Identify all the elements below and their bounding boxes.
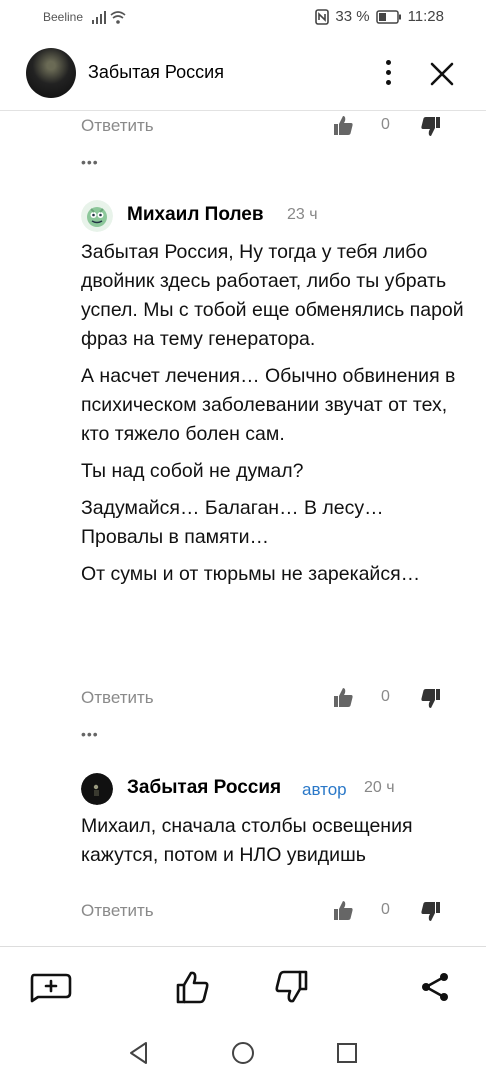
thumbs-down-icon[interactable]	[420, 688, 442, 710]
battery-percent: 33 %	[335, 8, 370, 25]
comment-header: Забытая Россия автор 20 ч	[0, 771, 486, 807]
channel-title[interactable]: Забытая Россия	[88, 62, 224, 83]
thumbs-down-icon[interactable]	[420, 901, 442, 923]
status-bar: Beeline 33 % 11:28	[0, 0, 486, 36]
thumbs-down-icon[interactable]	[420, 116, 442, 138]
signal-wifi-icon	[92, 11, 126, 24]
bottom-action-bar	[0, 948, 486, 1026]
comment-paragraph: Ты над собой не думал?	[81, 460, 304, 482]
reply-button[interactable]: Ответить	[81, 688, 154, 708]
comment-actions: Ответить 0	[0, 684, 486, 714]
like-count: 0	[381, 688, 390, 705]
comment-header: Михаил Полев 23 ч	[0, 198, 486, 234]
author-name[interactable]: Михаил Полев	[127, 204, 264, 226]
comment-paragraph: Задумайся… Балаган… В лесу… Провалы в па…	[81, 497, 384, 548]
thumbs-up-icon[interactable]	[332, 899, 354, 921]
comment-actions: Ответить 0	[0, 897, 486, 927]
back-icon[interactable]	[126, 1040, 152, 1066]
author-avatar[interactable]	[81, 773, 113, 805]
comment-paragraph: Михаил, сначала столбы освещения кажутся…	[81, 815, 413, 866]
author-name[interactable]: Забытая Россия	[127, 777, 281, 799]
comment-paragraph: А насчет лечения… Обычно обвинения в пси…	[81, 365, 456, 445]
like-count: 0	[381, 116, 390, 133]
more-replies-dots[interactable]: •••	[81, 726, 99, 742]
comment-body: Михаил, сначала столбы освещения кажутся…	[81, 812, 466, 878]
battery-icon	[375, 9, 401, 24]
comment-actions: Ответить 0	[0, 112, 486, 142]
recents-icon[interactable]	[334, 1040, 360, 1066]
nfc-icon	[315, 8, 330, 25]
reply-button[interactable]: Ответить	[81, 901, 154, 921]
home-icon[interactable]	[230, 1040, 256, 1066]
divider	[0, 946, 486, 947]
add-comment-button[interactable]	[28, 968, 72, 1006]
dislike-post-button[interactable]	[270, 968, 314, 1006]
thumbs-up-outline-icon	[176, 971, 209, 1004]
comment-time: 23 ч	[287, 206, 318, 223]
channel-avatar[interactable]	[26, 48, 76, 98]
more-menu-button[interactable]	[380, 56, 398, 90]
like-count: 0	[381, 901, 390, 918]
author-avatar[interactable]	[81, 200, 113, 232]
comment-paragraph: Забытая Россия, Ну тогда у тебя либо дво…	[81, 241, 464, 350]
reply-button[interactable]: Ответить	[81, 116, 154, 136]
like-post-button[interactable]	[170, 968, 214, 1006]
author-badge: автор	[302, 780, 347, 799]
comment-time: 20 ч	[364, 779, 395, 796]
comment-body: Забытая Россия, Ну тогда у тебя либо дво…	[81, 238, 466, 597]
carrier-label: Beeline	[43, 10, 84, 24]
thumbs-up-icon[interactable]	[332, 114, 354, 136]
thumbs-down-outline-icon	[275, 970, 308, 1003]
close-icon[interactable]	[428, 60, 456, 88]
share-icon	[422, 973, 448, 1001]
more-replies-dots[interactable]: •••	[81, 154, 99, 170]
share-button[interactable]	[413, 968, 457, 1006]
comment-paragraph: От сумы и от тюрьмы не зарекайся…	[81, 563, 421, 585]
header-bar: Забытая Россия	[0, 36, 486, 111]
system-nav-bar	[0, 1026, 486, 1080]
thumbs-up-icon[interactable]	[332, 686, 354, 708]
add-comment-icon	[30, 973, 72, 1003]
clock: 11:28	[407, 8, 444, 25]
